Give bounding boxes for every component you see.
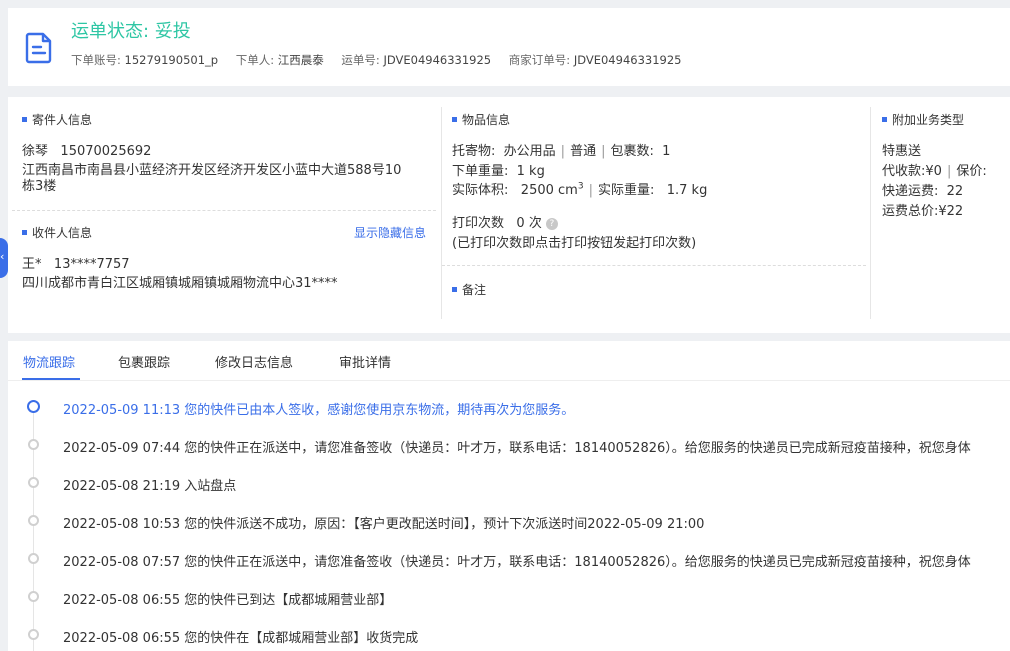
- package-count-value: 1: [662, 144, 671, 159]
- remarks-section-title: 备注: [452, 281, 486, 298]
- extra-service-section-title: 附加业务类型: [882, 111, 964, 128]
- receiver-phone: 13****7757: [53, 257, 130, 272]
- receiver-name: 王*: [22, 257, 42, 272]
- cod-insurance-row: 代收款:¥0 | 保价:: [882, 164, 987, 179]
- waybill-header-card: 运单状态: 妥投 下单账号: 15279190501_p 下单人: 江西晨泰 运…: [8, 8, 1010, 86]
- info-card: 寄件人信息 徐琴 15070025692 江西南昌市南昌县小蓝经济开发区经济开发…: [8, 97, 1010, 333]
- consignment-label: 托寄物:: [452, 144, 496, 159]
- goods-divider: [442, 265, 866, 266]
- sender-address-line1: 江西南昌市南昌县小蓝经济开发区经济开发区小蓝中大道588号10: [22, 163, 402, 178]
- sender-name-phone: 徐琴 15070025692: [22, 140, 151, 159]
- print-count-hint: (已打印次数即点击打印按钮发起打印次数): [452, 236, 697, 251]
- total-fee-row: 运费总价:¥22: [882, 200, 963, 219]
- goods-section-title: 物品信息: [452, 111, 510, 128]
- timeline-item: 2022-05-08 06:55 您的快件在【成都城厢营业部】收货完成: [8, 625, 1010, 646]
- timeline-dot: [28, 553, 39, 564]
- active-tab-indicator: [22, 378, 80, 380]
- sender-name: 徐琴: [22, 144, 49, 159]
- tab-modify-log[interactable]: 修改日志信息: [215, 352, 293, 371]
- tab-package-tracking[interactable]: 包裹跟踪: [118, 352, 170, 371]
- waybill-value: JDVE04946331925: [383, 53, 492, 67]
- waybill-status-title: 运单状态: 妥投: [71, 17, 191, 43]
- cod-value: ¥0: [925, 164, 942, 179]
- merchant-order-label: 商家订单号:: [508, 53, 571, 67]
- receiver-name-phone: 王* 13****7757: [22, 253, 130, 272]
- order-account-value: 15279190501_p: [124, 53, 219, 67]
- timeline-item: 2022-05-08 07:57 您的快件正在派送中，请您准备签收（快递员：叶才…: [8, 549, 1010, 570]
- timeline-text: 2022-05-08 06:55 您的快件已到达【成都城厢营业部】: [63, 593, 393, 608]
- timeline-text: 2022-05-08 07:57 您的快件正在派送中，请您准备签收（快递员：叶才…: [63, 555, 971, 570]
- order-account-label: 下单账号:: [71, 53, 121, 67]
- timeline-dot: [28, 515, 39, 526]
- volume-weight-row: 实际体积: 2500 cm3 | 实际重量: 1.7 kg: [452, 181, 708, 198]
- document-icon: [25, 32, 52, 64]
- goods-consignment-row: 托寄物: 办公用品 | 普通 | 包裹数: 1: [452, 144, 671, 159]
- print-count-value: 0 次: [516, 216, 542, 231]
- timeline-item: 2022-05-09 07:44 您的快件正在派送中，请您准备签收（快递员：叶才…: [8, 435, 1010, 456]
- goods-type: 普通: [570, 144, 597, 159]
- timeline-dot: [28, 629, 39, 640]
- timeline-dot-active: [27, 400, 40, 413]
- timeline-dot: [28, 439, 39, 450]
- orderer-label: 下单人:: [235, 53, 275, 67]
- actual-weight-value: 1.7 kg: [666, 183, 708, 198]
- timeline-item: 2022-05-08 10:53 您的快件派送不成功，原因：【客户更改配送时间】…: [8, 511, 1010, 532]
- orderer-value: 江西晨泰: [277, 53, 324, 67]
- tab-logistics-tracking[interactable]: 物流跟踪: [23, 352, 75, 371]
- print-count-label: 打印次数: [452, 216, 505, 231]
- actual-volume-value: 2500 cm: [520, 183, 578, 198]
- sender-divider: [12, 210, 436, 211]
- express-fee-row: 快递运费: 22: [882, 180, 963, 199]
- merchant-order-value: JDVE04946331925: [573, 53, 682, 67]
- tab-approval-details[interactable]: 审批详情: [339, 352, 391, 371]
- timeline-item: 2022-05-09 11:13 您的快件已由本人签收，感谢您使用京东物流，期待…: [8, 397, 1010, 418]
- print-count-row: 打印次数 0 次?: [452, 212, 558, 231]
- actual-volume-label: 实际体积:: [452, 183, 509, 198]
- timeline-text: 2022-05-08 10:53 您的快件派送不成功，原因：【客户更改配送时间】…: [63, 517, 705, 532]
- timeline-dot: [28, 477, 39, 488]
- sender-section-title: 寄件人信息: [22, 111, 92, 128]
- show-hidden-info-link[interactable]: 显示隐藏信息: [354, 224, 426, 241]
- service-type: 特惠送: [882, 144, 922, 159]
- volume-unit-superscript: 3: [577, 181, 584, 192]
- cod-label: 代收款:: [882, 164, 926, 179]
- timeline-text: 2022-05-09 07:44 您的快件正在派送中，请您准备签收（快递员：叶才…: [63, 441, 971, 456]
- timeline-text: 2022-05-08 21:19 入站盘点: [63, 479, 237, 494]
- status-label: 运单状态:: [71, 21, 150, 42]
- timeline-text: 2022-05-08 06:55 您的快件在【成都城厢营业部】收货完成: [63, 631, 419, 646]
- express-fee-value: 22: [946, 184, 964, 199]
- tracking-card: 物流跟踪 包裹跟踪 修改日志信息 审批详情 2022-05-09 11:13 您…: [8, 341, 1010, 651]
- total-fee-label: 运费总价:: [882, 204, 939, 219]
- timeline-dot: [28, 591, 39, 602]
- status-value: 妥投: [154, 21, 191, 42]
- timeline-text: 2022-05-09 11:13 您的快件已由本人签收，感谢您使用京东物流，期待…: [63, 403, 575, 418]
- receiver-address: 四川成都市青白江区城厢镇城厢镇城厢物流中心31****: [22, 276, 338, 291]
- side-collapse-tab[interactable]: ‹: [0, 238, 8, 278]
- package-count-label: 包裹数:: [610, 144, 654, 159]
- insurance-label: 保价:: [956, 164, 987, 179]
- waybill-label: 运单号:: [341, 53, 380, 67]
- actual-weight-label: 实际重量:: [597, 183, 655, 198]
- waybill-meta-row: 下单账号: 15279190501_p 下单人: 江西晨泰 运单号: JDVE0…: [71, 52, 695, 68]
- timeline-item: 2022-05-08 06:55 您的快件已到达【成都城厢营业部】: [8, 587, 1010, 608]
- order-weight-row: 下单重量: 1 kg: [452, 160, 545, 179]
- sender-phone: 15070025692: [60, 144, 152, 159]
- help-icon[interactable]: ?: [545, 218, 558, 230]
- receiver-section-title: 收件人信息: [22, 224, 92, 241]
- column-divider-2: [870, 107, 871, 319]
- tracking-tabs: 物流跟踪 包裹跟踪 修改日志信息 审批详情: [8, 341, 1010, 381]
- order-weight-value: 1 kg: [516, 164, 545, 179]
- order-weight-label: 下单重量:: [452, 164, 509, 179]
- timeline-item: 2022-05-08 21:19 入站盘点: [8, 473, 1010, 494]
- column-divider-1: [441, 107, 442, 319]
- total-fee-value: ¥22: [938, 204, 964, 219]
- chevron-left-icon: ‹: [0, 250, 5, 263]
- consignment-value: 办公用品: [503, 144, 556, 159]
- express-fee-label: 快递运费:: [882, 184, 939, 199]
- sender-address-line2: 栋3楼: [22, 179, 57, 194]
